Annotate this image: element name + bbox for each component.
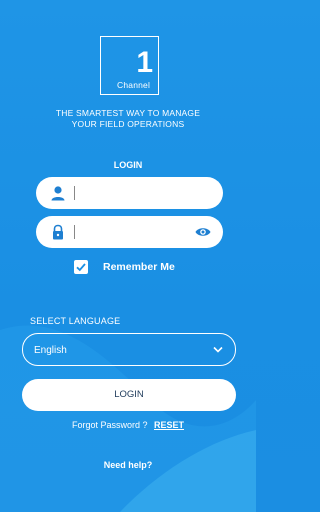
eye-icon[interactable] — [195, 225, 211, 239]
tagline: THE SMARTEST WAY TO MANAGE YOUR FIELD OP… — [0, 108, 256, 130]
app-logo: 1 Channel — [100, 36, 159, 95]
lock-icon — [53, 224, 63, 240]
password-field[interactable] — [36, 216, 223, 248]
tagline-line-2: YOUR FIELD OPERATIONS — [71, 119, 185, 129]
language-label: SELECT LANGUAGE — [30, 316, 121, 326]
login-button[interactable]: LOGIN — [22, 379, 236, 411]
remember-me-checkbox[interactable] — [74, 260, 88, 274]
check-icon — [76, 263, 86, 272]
forgot-password-text: Forgot Password ? — [71, 420, 148, 430]
need-help-link[interactable]: Need help? — [0, 460, 256, 470]
text-cursor — [74, 186, 75, 200]
reset-link[interactable]: RESET — [154, 420, 184, 430]
user-icon — [51, 186, 65, 201]
remember-me-row[interactable]: Remember Me — [74, 259, 175, 275]
language-select[interactable]: English — [22, 333, 236, 366]
chevron-down-icon — [213, 346, 223, 353]
language-value: English — [34, 345, 67, 356]
logo-number: 1 — [136, 46, 153, 79]
forgot-password-row: Forgot Password ? RESET — [0, 420, 256, 430]
text-cursor — [74, 225, 75, 239]
remember-me-label: Remember Me — [103, 261, 175, 273]
login-section-title: LOGIN — [113, 160, 143, 170]
username-field[interactable] — [36, 177, 223, 209]
tagline-line-1: THE SMARTEST WAY TO MANAGE — [55, 108, 201, 118]
logo-word: Channel — [117, 80, 151, 90]
